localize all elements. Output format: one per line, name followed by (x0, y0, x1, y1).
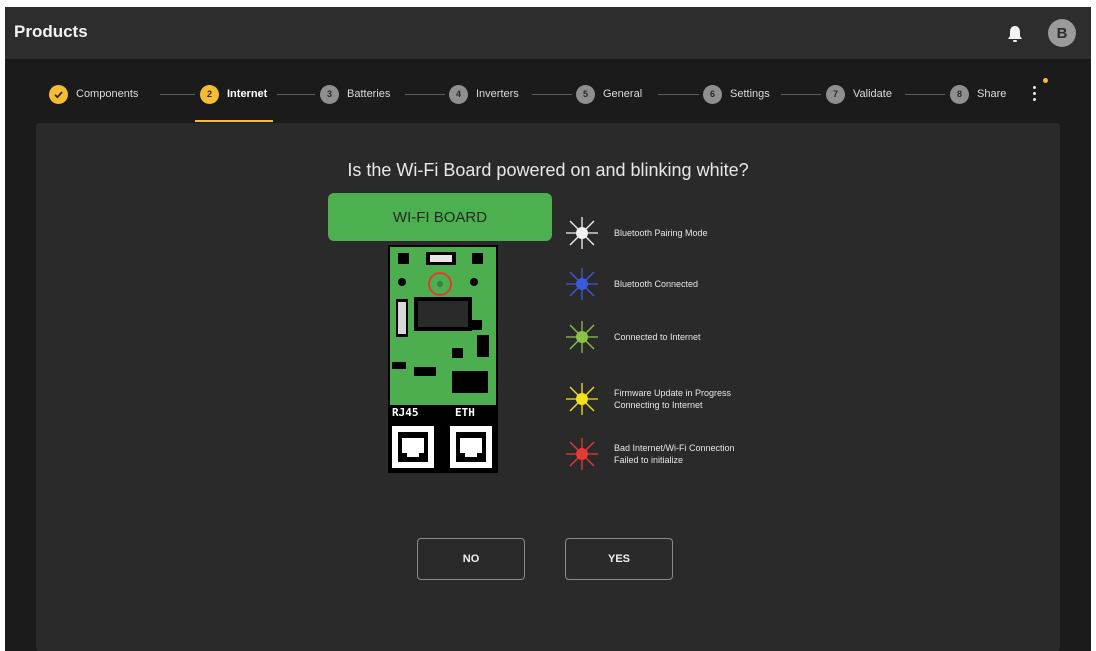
step-label: General (603, 88, 643, 100)
stepper: Components 2 Internet 3 Batteries 4 Inve… (5, 59, 1091, 123)
top-app-bar: Products B (5, 7, 1091, 59)
step-connector (905, 94, 945, 95)
step-number: 2 (200, 84, 219, 104)
more-vert-icon[interactable] (1029, 83, 1041, 105)
legend-label: Bluetooth Pairing Mode (614, 228, 708, 238)
question-text: Is the Wi-Fi Board powered on and blinki… (347, 160, 749, 180)
step-connector (160, 94, 195, 95)
content-card: Is the Wi-Fi Board powered on and blinki… (36, 123, 1060, 651)
step-label: Batteries (347, 88, 391, 100)
led-yellow-icon (566, 383, 598, 415)
notification-dot (1043, 78, 1048, 83)
step-number: 8 (950, 84, 969, 104)
no-button[interactable]: NO (417, 538, 525, 580)
legend-item: Bluetooth Connected (564, 266, 698, 302)
step-inverters[interactable]: 4 Inverters (449, 84, 519, 104)
step-label: Inverters (476, 88, 519, 100)
legend-item: Bad Internet/Wi-Fi Connection Failed to … (564, 436, 735, 472)
legend-item: Firmware Update in Progress Connecting t… (564, 381, 731, 417)
step-components[interactable]: Components (49, 84, 138, 104)
check-icon (49, 84, 68, 104)
step-label: Validate (853, 88, 892, 100)
wifi-board-diagram: RJ45 ETH (388, 245, 498, 473)
legend-item: Connected to Internet (564, 319, 701, 355)
step-number: 7 (826, 84, 845, 104)
step-settings[interactable]: 6 Settings (703, 84, 770, 104)
step-validate[interactable]: 7 Validate (826, 84, 892, 104)
app-window: Products B Components 2 Internet 3 Batte… (5, 7, 1091, 651)
step-label: Components (76, 88, 139, 100)
step-connector (781, 94, 821, 95)
legend-label: Bluetooth Connected (614, 279, 699, 289)
led-blue-icon (566, 268, 598, 300)
app-title: Products (14, 22, 88, 41)
step-number: 5 (576, 84, 595, 104)
step-connector (277, 94, 315, 95)
step-batteries[interactable]: 3 Batteries (320, 84, 390, 104)
yes-button[interactable]: YES (565, 538, 673, 580)
step-label: Share (977, 88, 1007, 100)
port-label-eth: ETH (455, 406, 475, 419)
ethernet-port-icon (450, 426, 492, 468)
bell-icon[interactable] (1004, 23, 1026, 45)
led-green-icon (566, 321, 598, 353)
led-red-icon (566, 438, 598, 470)
step-connector (658, 94, 699, 95)
active-step-indicator (195, 120, 273, 122)
legend-item: Bluetooth Pairing Mode (564, 215, 708, 251)
led-white-icon (566, 217, 598, 249)
legend-label: Connected to Internet (614, 332, 701, 342)
step-general[interactable]: 5 General (576, 84, 642, 104)
legend-label: Bad Internet/Wi-Fi Connection Failed to … (614, 443, 735, 465)
step-number: 4 (449, 84, 468, 104)
avatar[interactable]: B (1048, 19, 1076, 47)
step-internet[interactable]: 2 Internet (200, 84, 267, 104)
step-number: 3 (320, 84, 339, 104)
ethernet-port-icon (392, 426, 434, 468)
step-number: 6 (703, 84, 722, 104)
step-label: Internet (227, 88, 268, 100)
port-label-rj45: RJ45 (392, 406, 419, 419)
step-share[interactable]: 8 Share (950, 84, 1006, 104)
board-title: WI-FI BOARD (328, 193, 552, 241)
step-connector (532, 94, 572, 95)
legend-label: Firmware Update in Progress Connecting t… (614, 388, 732, 410)
step-label: Settings (730, 88, 770, 100)
step-connector (405, 94, 445, 95)
